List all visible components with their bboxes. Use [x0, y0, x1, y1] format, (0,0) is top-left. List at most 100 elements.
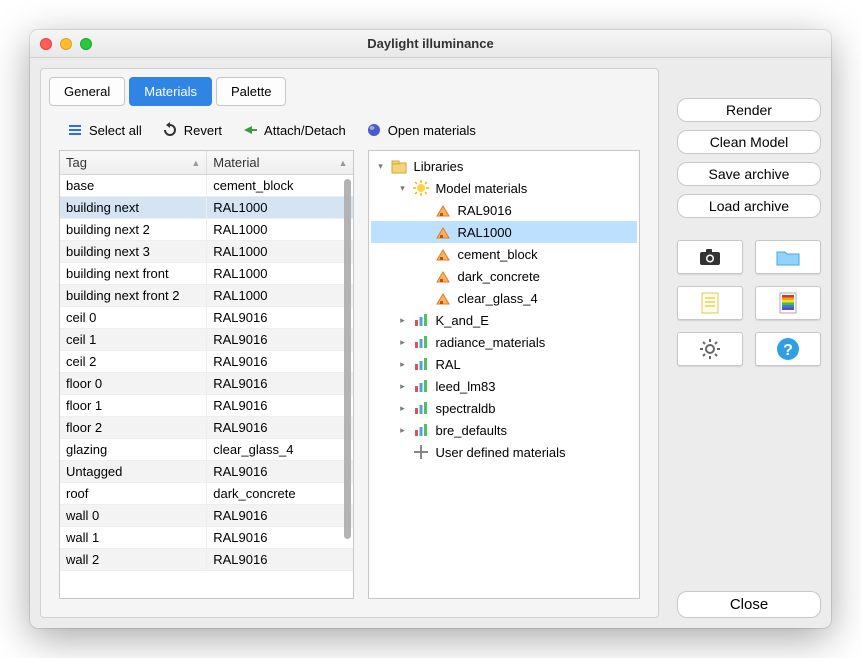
tree-label: bre_defaults [435, 423, 507, 438]
expand-closed-icon[interactable]: ▸ [397, 381, 407, 392]
cell-material: RAL1000 [207, 219, 353, 240]
tree-node[interactable]: RAL9016 [371, 199, 637, 221]
table-row[interactable]: basecement_block [60, 175, 353, 197]
spectrum-button[interactable] [755, 286, 821, 320]
table-row[interactable]: UntaggedRAL9016 [60, 461, 353, 483]
table-row[interactable]: floor 0RAL9016 [60, 373, 353, 395]
tree-node[interactable]: cement_block [371, 243, 637, 265]
cell-tag: Untagged [60, 461, 207, 482]
render-button[interactable]: Render [677, 98, 821, 122]
attach-detach-button[interactable]: Attach/Detach [234, 118, 354, 142]
table-row[interactable]: building next frontRAL1000 [60, 263, 353, 285]
expand-open-icon[interactable]: ▾ [397, 183, 407, 194]
document-icon [701, 292, 719, 314]
settings-button[interactable] [677, 332, 743, 366]
table-row[interactable]: glazingclear_glass_4 [60, 439, 353, 461]
cell-tag: base [60, 175, 207, 196]
revert-icon [162, 122, 178, 138]
cell-material: RAL1000 [207, 197, 353, 218]
column-header-material[interactable]: Material ▲ [207, 151, 353, 174]
expand-closed-icon[interactable]: ▸ [397, 359, 407, 370]
menu-icon [67, 122, 83, 138]
help-button[interactable]: ? [755, 332, 821, 366]
expand-closed-icon[interactable]: ▸ [397, 315, 407, 326]
tree-node[interactable]: clear_glass_4 [371, 287, 637, 309]
document-button[interactable] [677, 286, 743, 320]
expand-open-icon[interactable]: ▾ [375, 161, 385, 172]
clean-model-button[interactable]: Clean Model [677, 130, 821, 154]
tree-node[interactable]: dark_concrete [371, 265, 637, 287]
folder-button[interactable] [755, 240, 821, 274]
cell-material: clear_glass_4 [207, 439, 353, 460]
tree-label: User defined materials [435, 445, 565, 460]
table-row[interactable]: ceil 1RAL9016 [60, 329, 353, 351]
cell-material: RAL1000 [207, 241, 353, 262]
tree-label: RAL [435, 357, 460, 372]
cell-material: dark_concrete [207, 483, 353, 504]
cell-material: RAL9016 [207, 351, 353, 372]
icon-toolbar: ? [677, 240, 821, 366]
tree-node[interactable]: ▾Model materials [371, 177, 637, 199]
cell-tag: building next [60, 197, 207, 218]
cell-material: RAL9016 [207, 505, 353, 526]
scrollbar[interactable] [344, 179, 351, 539]
folder-icon [776, 248, 800, 266]
column-header-tag[interactable]: Tag ▲ [60, 151, 207, 174]
content-columns: Tag ▲ Material ▲ basecement_blockbuildin… [49, 150, 650, 609]
table-row[interactable]: wall 2RAL9016 [60, 549, 353, 571]
tree-node[interactable]: ▸radiance_materials [371, 331, 637, 353]
table-row[interactable]: wall 0RAL9016 [60, 505, 353, 527]
table-row[interactable]: building next front 2RAL1000 [60, 285, 353, 307]
table-row[interactable]: roofdark_concrete [60, 483, 353, 505]
cell-tag: wall 1 [60, 527, 207, 548]
material-icon [435, 202, 451, 218]
save-archive-button[interactable]: Save archive [677, 162, 821, 186]
tree-node[interactable]: ▸ RAL [371, 353, 637, 375]
model-icon [413, 180, 429, 196]
cell-tag: building next 2 [60, 219, 207, 240]
close-button[interactable]: Close [677, 591, 821, 618]
revert-button[interactable]: Revert [154, 118, 230, 142]
tab-general[interactable]: General [49, 77, 125, 106]
table-row[interactable]: wall 1RAL9016 [60, 527, 353, 549]
library-tree[interactable]: ▾ Libraries ▾Model materialsRAL9016RAL1000… [368, 150, 640, 599]
table-body[interactable]: basecement_blockbuilding nextRAL1000buil… [60, 175, 353, 598]
cell-material: RAL9016 [207, 395, 353, 416]
table-row[interactable]: ceil 0RAL9016 [60, 307, 353, 329]
cell-material: RAL9016 [207, 307, 353, 328]
tree-label: dark_concrete [457, 269, 539, 284]
attach-detach-label: Attach/Detach [264, 123, 346, 138]
tree-node[interactable]: ▸ bre_defaults [371, 419, 637, 441]
material-icon [435, 224, 451, 240]
table-row[interactable]: building nextRAL1000 [60, 197, 353, 219]
open-materials-button[interactable]: Open materials [358, 118, 484, 142]
table-row[interactable]: building next 3RAL1000 [60, 241, 353, 263]
expand-closed-icon[interactable]: ▸ [397, 337, 407, 348]
tree-label: K_and_E [435, 313, 489, 328]
sort-icon: ▲ [191, 158, 200, 168]
table-row[interactable]: building next 2RAL1000 [60, 219, 353, 241]
expand-closed-icon[interactable]: ▸ [397, 403, 407, 414]
table-row[interactable]: floor 2RAL9016 [60, 417, 353, 439]
tree-node[interactable]: ▸leed_lm83 [371, 375, 637, 397]
expand-closed-icon[interactable]: ▸ [397, 425, 407, 436]
tab-palette[interactable]: Palette [216, 77, 286, 106]
tree-node[interactable]: ▾ Libraries [371, 155, 637, 177]
gear-icon [699, 338, 721, 360]
window-title: Daylight illuminance [30, 36, 831, 51]
tree-node[interactable]: ▸ K_and_E [371, 309, 637, 331]
tab-materials[interactable]: Materials [129, 77, 212, 106]
table-row[interactable]: floor 1RAL9016 [60, 395, 353, 417]
load-archive-button[interactable]: Load archive [677, 194, 821, 218]
tree-node[interactable]: User defined materials [371, 441, 637, 463]
tree-label: Libraries [413, 159, 463, 174]
cell-tag: ceil 1 [60, 329, 207, 350]
sidebar: Render Clean Model Save archive Load arc… [677, 68, 821, 618]
material-icon [435, 268, 451, 284]
material-icon [435, 246, 451, 262]
tree-node[interactable]: ▸spectraldb [371, 397, 637, 419]
select-all-button[interactable]: Select all [59, 118, 150, 142]
table-row[interactable]: ceil 2RAL9016 [60, 351, 353, 373]
tree-node[interactable]: RAL1000 [371, 221, 637, 243]
camera-button[interactable] [677, 240, 743, 274]
